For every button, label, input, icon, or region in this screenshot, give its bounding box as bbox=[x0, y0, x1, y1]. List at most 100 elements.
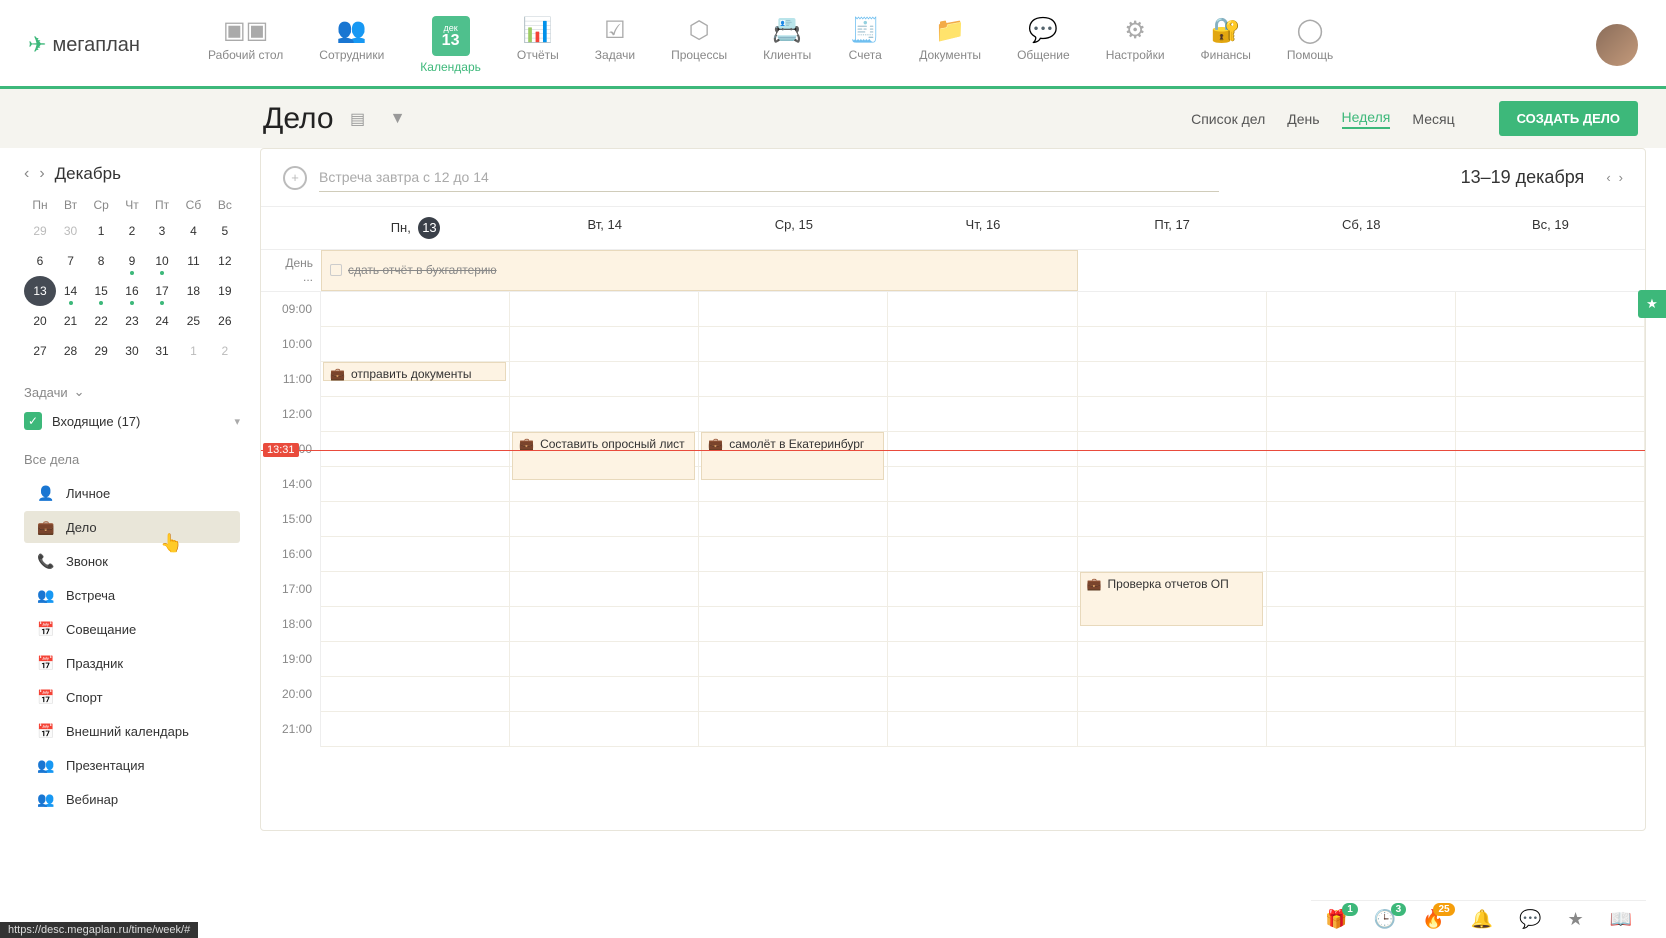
time-cell[interactable] bbox=[321, 467, 510, 502]
tab-week[interactable]: Неделя bbox=[1342, 109, 1391, 129]
minical-day[interactable]: 1 bbox=[85, 216, 117, 246]
minical-day[interactable]: 6 bbox=[24, 246, 56, 276]
minical-day[interactable]: 3 bbox=[147, 216, 177, 246]
time-cell[interactable] bbox=[1078, 537, 1267, 572]
category-holiday[interactable]: 📅Праздник bbox=[24, 647, 240, 679]
time-cell[interactable] bbox=[321, 642, 510, 677]
time-cell[interactable] bbox=[1456, 467, 1645, 502]
minical-day[interactable]: 28 bbox=[56, 336, 85, 366]
minical-day[interactable]: 18 bbox=[177, 276, 209, 306]
time-cell[interactable] bbox=[888, 642, 1077, 677]
tray-bell[interactable]: 🔔 bbox=[1471, 909, 1493, 930]
time-cell[interactable] bbox=[699, 677, 888, 712]
time-cell[interactable] bbox=[321, 572, 510, 607]
time-cell[interactable] bbox=[321, 292, 510, 327]
time-cell[interactable] bbox=[1078, 642, 1267, 677]
minical-day[interactable]: 16 bbox=[117, 276, 147, 306]
minical-day[interactable]: 31 bbox=[147, 336, 177, 366]
allday-event[interactable]: сдать отчёт в бухгалтерию bbox=[321, 250, 1078, 291]
category-meeting[interactable]: 👥Встреча bbox=[24, 579, 240, 611]
time-cell[interactable] bbox=[1267, 642, 1456, 677]
time-cell[interactable] bbox=[321, 677, 510, 712]
category-webinar[interactable]: 👥Вебинар bbox=[24, 783, 240, 815]
time-cell[interactable] bbox=[510, 677, 699, 712]
minical-day[interactable]: 9 bbox=[117, 246, 147, 276]
nav-help[interactable]: ◯Помощь bbox=[1269, 12, 1351, 78]
calendar-event[interactable]: 💼Проверка отчетов ОП bbox=[1080, 572, 1263, 626]
time-cell[interactable] bbox=[1078, 712, 1267, 747]
time-cell[interactable] bbox=[510, 712, 699, 747]
time-cell[interactable] bbox=[888, 712, 1077, 747]
time-cell[interactable] bbox=[699, 292, 888, 327]
time-cell[interactable] bbox=[1456, 537, 1645, 572]
tray-star[interactable]: ★ bbox=[1567, 909, 1583, 930]
tab-day[interactable]: День bbox=[1287, 111, 1319, 127]
minical-day[interactable]: 2 bbox=[117, 216, 147, 246]
time-cell[interactable] bbox=[888, 607, 1077, 642]
minical-day[interactable]: 13 bbox=[24, 276, 56, 306]
time-cell[interactable] bbox=[321, 502, 510, 537]
time-cell[interactable] bbox=[1456, 642, 1645, 677]
time-cell[interactable] bbox=[1456, 292, 1645, 327]
minical-day[interactable]: 17 bbox=[147, 276, 177, 306]
minical-day[interactable]: 23 bbox=[117, 306, 147, 336]
time-cell[interactable] bbox=[1078, 397, 1267, 432]
quick-add-input[interactable] bbox=[319, 163, 1219, 192]
nav-finance[interactable]: 🔐Финансы bbox=[1183, 12, 1269, 78]
time-cell[interactable] bbox=[888, 362, 1077, 397]
time-cell[interactable] bbox=[1267, 292, 1456, 327]
nav-settings[interactable]: ⚙Настройки bbox=[1088, 12, 1183, 78]
minical-day[interactable]: 11 bbox=[177, 246, 209, 276]
minical-day[interactable]: 20 bbox=[24, 306, 56, 336]
time-cell[interactable] bbox=[1078, 467, 1267, 502]
checkbox-checked-icon[interactable]: ✓ bbox=[24, 412, 42, 430]
minical-day[interactable]: 5 bbox=[210, 216, 240, 246]
time-cell[interactable] bbox=[510, 397, 699, 432]
time-cell[interactable] bbox=[510, 607, 699, 642]
time-cell[interactable] bbox=[888, 677, 1077, 712]
minical-day[interactable]: 7 bbox=[56, 246, 85, 276]
tray-book[interactable]: 📖 bbox=[1610, 909, 1632, 930]
tab-month[interactable]: Месяц bbox=[1412, 111, 1454, 127]
time-cell[interactable] bbox=[321, 607, 510, 642]
time-cell[interactable] bbox=[699, 362, 888, 397]
favorites-tab[interactable]: ★ bbox=[1638, 290, 1666, 318]
time-cell[interactable] bbox=[699, 642, 888, 677]
time-cell[interactable] bbox=[1078, 362, 1267, 397]
minical-day[interactable]: 27 bbox=[24, 336, 56, 366]
time-cell[interactable] bbox=[888, 397, 1077, 432]
time-cell[interactable] bbox=[888, 467, 1077, 502]
time-cell[interactable] bbox=[699, 572, 888, 607]
time-cell[interactable] bbox=[1078, 502, 1267, 537]
time-cell[interactable] bbox=[1078, 292, 1267, 327]
time-cell[interactable] bbox=[1267, 502, 1456, 537]
day-header[interactable]: Ср, 15 bbox=[699, 207, 888, 249]
time-cell[interactable] bbox=[699, 502, 888, 537]
prev-month-icon[interactable]: ‹ bbox=[24, 165, 29, 183]
tray-clock[interactable]: 🕒3 bbox=[1374, 909, 1396, 930]
time-cell[interactable] bbox=[888, 537, 1077, 572]
day-header[interactable]: Сб, 18 bbox=[1267, 207, 1456, 249]
next-month-icon[interactable]: › bbox=[39, 165, 44, 183]
minical-day[interactable]: 29 bbox=[24, 216, 56, 246]
minical-day[interactable]: 2 bbox=[210, 336, 240, 366]
minical-day[interactable]: 19 bbox=[210, 276, 240, 306]
time-cell[interactable] bbox=[1267, 572, 1456, 607]
minical-day[interactable]: 24 bbox=[147, 306, 177, 336]
minical-day[interactable]: 10 bbox=[147, 246, 177, 276]
time-cell[interactable] bbox=[699, 537, 888, 572]
time-cell[interactable] bbox=[321, 327, 510, 362]
category-personal[interactable]: 👤Личное bbox=[24, 477, 240, 509]
category-presentation[interactable]: 👥Презентация bbox=[24, 749, 240, 781]
time-cell[interactable] bbox=[510, 572, 699, 607]
time-cell[interactable] bbox=[699, 607, 888, 642]
time-cell[interactable] bbox=[510, 537, 699, 572]
day-header[interactable]: Вт, 14 bbox=[510, 207, 699, 249]
minical-day[interactable]: 8 bbox=[85, 246, 117, 276]
minical-day[interactable]: 26 bbox=[210, 306, 240, 336]
time-cell[interactable] bbox=[1456, 572, 1645, 607]
time-cell[interactable] bbox=[699, 327, 888, 362]
time-cell[interactable] bbox=[1267, 712, 1456, 747]
time-cell[interactable] bbox=[1267, 467, 1456, 502]
time-cell[interactable] bbox=[1456, 362, 1645, 397]
